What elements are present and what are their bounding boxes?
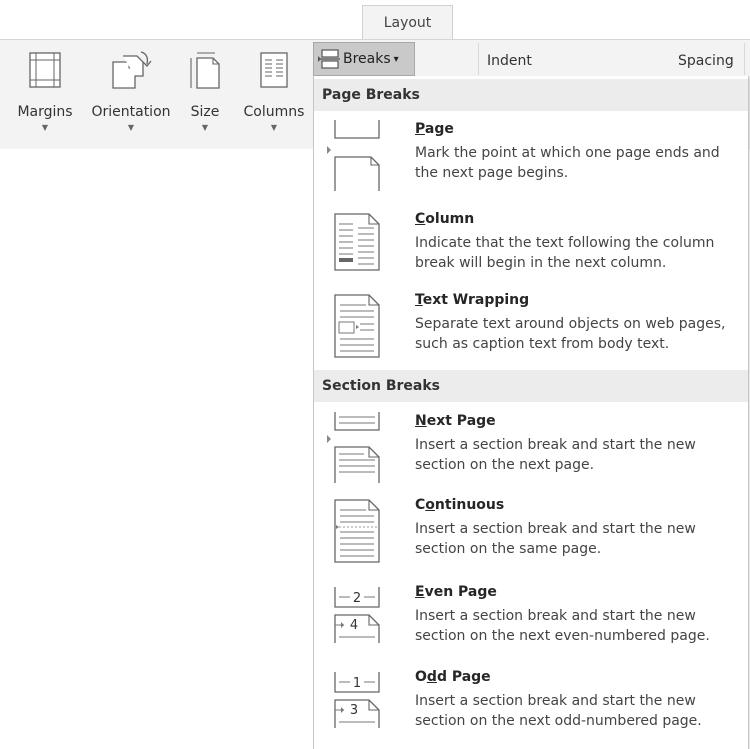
menu-item-title: O (415, 669, 427, 685)
menu-item-continuous[interactable]: Continuous Insert a section break and st… (314, 496, 748, 576)
accelerator-key: C (415, 211, 426, 227)
menu-item-title: ext Wrapping (422, 292, 530, 308)
menu-item-description: Indicate that the text following the col… (415, 235, 715, 271)
columns-icon (257, 50, 291, 90)
menu-item-odd-page[interactable]: 1 3 Odd Page Insert a section break and … (314, 668, 748, 748)
orientation-button[interactable]: Orientation ▼ (86, 40, 176, 149)
tab-layout[interactable]: Layout (362, 5, 453, 39)
menu-item-description: Insert a section break and start the new… (415, 521, 696, 557)
menu-item-title: olumn (425, 211, 475, 227)
next-page-icon (322, 412, 384, 492)
margins-label: Margins (17, 104, 73, 120)
breaks-dropdown-menu: Page Breaks Page Mark the point at which… (313, 76, 749, 749)
even-page-icon: 2 4 (322, 583, 384, 663)
continuous-icon (322, 496, 384, 576)
even-page-top-number: 2 (353, 591, 361, 606)
odd-page-icon: 1 3 (322, 668, 384, 748)
size-label: Size (190, 104, 220, 120)
menu-item-title: ext Page (426, 413, 496, 429)
accelerator-key: T (415, 292, 423, 308)
menu-item-title: ntinuous (434, 497, 505, 513)
spacing-label: Spacing (678, 53, 734, 69)
columns-label: Columns (243, 104, 305, 120)
menu-item-description: Insert a section break and start the new… (415, 437, 696, 473)
breaks-label: Breaks (343, 51, 391, 67)
menu-item-description: Separate text around objects on web page… (415, 316, 726, 352)
chevron-down-icon: ▼ (127, 123, 135, 132)
menu-item-description: Insert a section break and start the new… (415, 608, 710, 644)
size-icon (185, 50, 225, 90)
accelerator-key: d (426, 669, 437, 685)
odd-page-bottom-number: 3 (350, 703, 358, 718)
menu-item-description: Insert a section break and start the new… (415, 693, 702, 729)
chevron-down-icon: ▼ (270, 123, 278, 132)
menu-item-text-wrapping[interactable]: Text Wrapping Separate text around objec… (314, 291, 748, 371)
page-breaks-header: Page Breaks (314, 79, 748, 111)
margins-icon (28, 50, 62, 90)
indent-label: Indent (487, 53, 532, 69)
menu-item-title: C (415, 497, 426, 513)
menu-item-title: d Page (436, 669, 491, 685)
chevron-down-icon: ▼ (201, 123, 209, 132)
text-wrapping-icon (322, 291, 384, 371)
size-button[interactable]: Size ▼ (183, 40, 227, 149)
menu-item-title: age (424, 121, 454, 137)
chevron-down-icon: ▾ (393, 53, 399, 65)
ribbon-separator (478, 43, 479, 75)
margins-button[interactable]: Margins ▼ (14, 40, 76, 149)
accelerator-key: N (415, 413, 427, 429)
columns-button[interactable]: Columns ▼ (240, 40, 308, 149)
menu-item-even-page[interactable]: 2 4 Even Page Insert a section break and… (314, 583, 748, 663)
menu-item-column[interactable]: Column Indicate that the text following … (314, 210, 748, 290)
accelerator-key: E (415, 584, 425, 600)
orientation-icon (109, 50, 153, 90)
column-break-icon (322, 210, 384, 290)
menu-item-next-page[interactable]: Next Page Insert a section break and sta… (314, 412, 748, 492)
breaks-button[interactable]: Breaks ▾ (313, 42, 415, 76)
page-break-icon (322, 120, 384, 200)
chevron-down-icon: ▼ (41, 123, 49, 132)
breaks-icon (318, 49, 340, 69)
accelerator-key: P (415, 121, 425, 137)
menu-item-description: Mark the point at which one page ends an… (415, 145, 720, 181)
accelerator-key: o (425, 497, 435, 513)
tab-layout-label: Layout (383, 14, 432, 31)
menu-item-page[interactable]: Page Mark the point at which one page en… (314, 120, 748, 200)
ribbon-separator (744, 43, 745, 75)
section-breaks-header: Section Breaks (314, 370, 748, 402)
odd-page-top-number: 1 (353, 676, 361, 691)
menu-item-title: ven Page (424, 584, 497, 600)
even-page-bottom-number: 4 (350, 618, 358, 633)
orientation-label: Orientation (91, 104, 171, 120)
